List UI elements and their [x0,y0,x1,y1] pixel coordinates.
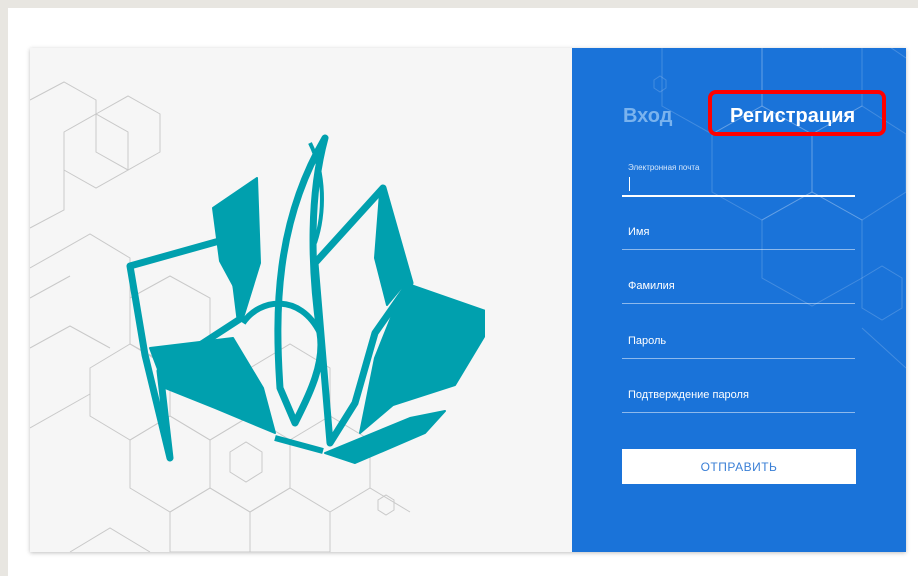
first-name-input[interactable] [628,227,855,243]
branding-panel [30,48,572,552]
open-book-flame-logo [126,134,485,464]
password-field[interactable]: Пароль [622,322,855,359]
tab-login[interactable]: Вход [623,104,672,128]
first-name-field[interactable]: Имя [622,213,855,250]
password-input[interactable] [628,336,855,352]
auth-card: Вход Регистрация Электронная почта Имя Ф… [30,48,906,552]
password-confirm-input[interactable] [628,390,855,406]
email-field[interactable]: Электронная почта [622,159,855,197]
password-confirm-field[interactable]: Подтверждение пароля [622,376,855,413]
last-name-input[interactable] [628,281,855,297]
page-background: Вход Регистрация Электронная почта Имя Ф… [8,8,918,576]
registration-panel: Вход Регистрация Электронная почта Имя Ф… [572,48,906,552]
email-input[interactable] [628,173,855,189]
submit-button[interactable]: ОТПРАВИТЬ [622,449,856,484]
tab-register[interactable]: Регистрация [730,104,855,128]
last-name-field[interactable]: Фамилия [622,267,855,304]
